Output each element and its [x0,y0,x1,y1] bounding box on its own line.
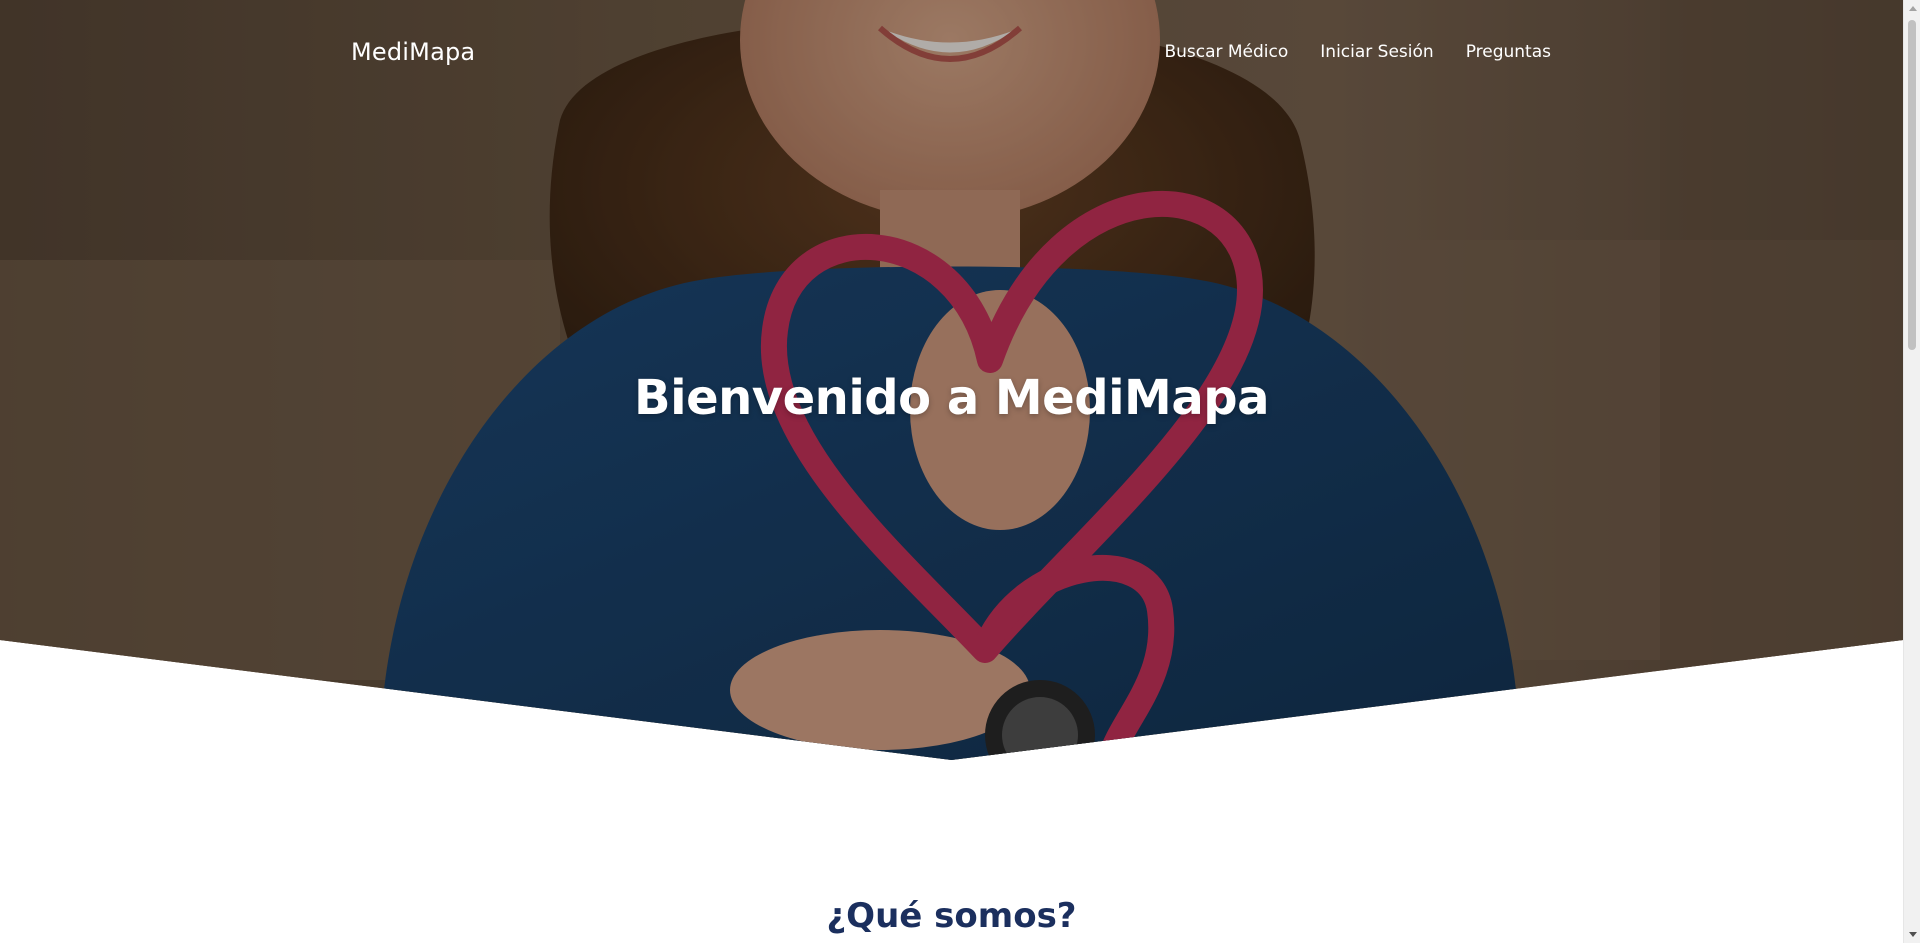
page: MediMapa Buscar Médico Iniciar Sesión Pr… [0,0,1903,943]
triangle-down-icon[interactable] [1904,926,1920,943]
nav-links: Buscar Médico Iniciar Sesión Preguntas [1164,42,1551,62]
brand-logo-link[interactable]: MediMapa [351,38,475,66]
vertical-scrollbar[interactable] [1903,0,1920,943]
hero-section: MediMapa Buscar Médico Iniciar Sesión Pr… [0,0,1903,760]
about-section-title: ¿Qué somos? [826,896,1077,936]
nav-preguntas[interactable]: Preguntas [1466,42,1551,62]
nav-buscar-medico[interactable]: Buscar Médico [1164,42,1288,62]
top-navbar: MediMapa Buscar Médico Iniciar Sesión Pr… [351,32,1551,72]
nav-iniciar-sesion[interactable]: Iniciar Sesión [1320,42,1433,62]
scroll-thumb[interactable] [1908,20,1916,350]
triangle-up-icon[interactable] [1904,0,1920,17]
hero-title: Bienvenido a MediMapa [634,370,1269,426]
